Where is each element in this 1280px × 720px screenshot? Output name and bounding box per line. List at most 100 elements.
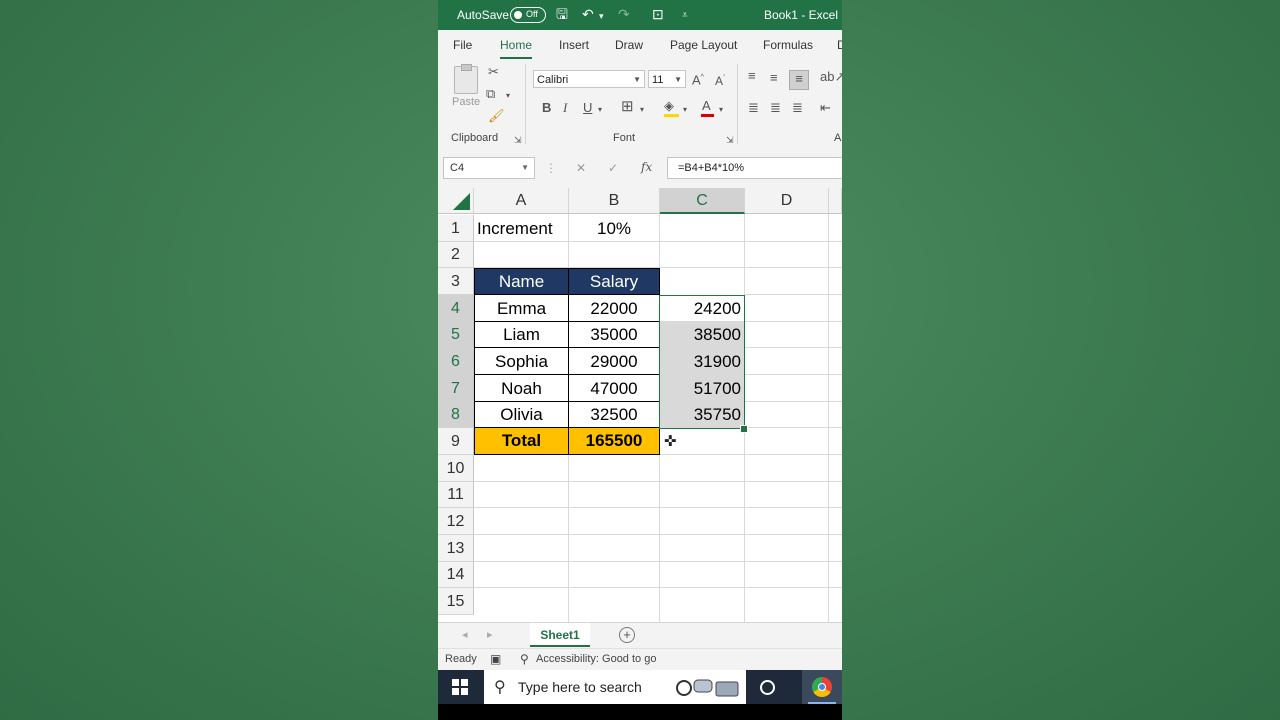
cell-b6[interactable]: 29000 — [569, 348, 660, 375]
bold-button[interactable]: B — [542, 100, 551, 116]
font-size-select[interactable]: 11 ▼ — [648, 70, 686, 88]
task-view-icon[interactable] — [760, 680, 775, 695]
column-header-a[interactable]: A — [474, 188, 569, 214]
row-header[interactable]: 15 — [438, 588, 474, 615]
align-left-icon[interactable]: ≣ — [748, 100, 759, 116]
row-header[interactable]: 10 — [438, 455, 474, 482]
insert-function-icon[interactable]: fx — [641, 160, 652, 174]
tab-file[interactable]: File — [453, 38, 472, 52]
row-header[interactable]: 14 — [438, 562, 474, 588]
orientation-icon[interactable]: ab↗ — [820, 69, 842, 85]
paste-icon[interactable] — [454, 64, 478, 94]
enter-icon[interactable]: ✓ — [608, 161, 618, 175]
formula-input[interactable]: =B4+B4*10% — [667, 157, 842, 179]
column-header-b[interactable]: B — [569, 188, 660, 214]
fill-dropdown-icon[interactable]: ▾ — [683, 102, 687, 118]
decrease-font-icon[interactable]: Aˇ — [715, 71, 725, 89]
font-color-icon[interactable]: A — [702, 98, 711, 114]
row-header[interactable]: 1 — [438, 215, 474, 242]
row-header[interactable]: 5 — [438, 322, 474, 348]
cell-c8[interactable]: 35750 — [660, 402, 745, 428]
tab-data[interactable]: D — [837, 38, 842, 52]
row-header[interactable]: 2 — [438, 242, 474, 268]
undo-icon[interactable]: ↶ — [582, 6, 594, 22]
format-painter-icon[interactable]: 🖌 — [488, 108, 505, 124]
cell-a4[interactable]: Emma — [474, 295, 569, 322]
sheet-tab-sheet1[interactable]: Sheet1 — [530, 623, 590, 647]
row-header[interactable]: 11 — [438, 482, 474, 508]
column-header-e[interactable] — [829, 188, 842, 214]
save-icon[interactable]: 🖫 — [556, 6, 568, 22]
italic-button[interactable]: I — [563, 100, 567, 116]
cell-b5[interactable]: 35000 — [569, 322, 660, 348]
underline-button[interactable]: U — [583, 100, 592, 116]
fill-handle[interactable] — [740, 425, 748, 433]
align-top-icon[interactable]: ≡ — [748, 68, 756, 84]
row-header[interactable]: 12 — [438, 508, 474, 535]
cell-b9[interactable]: 165500 — [568, 427, 660, 455]
align-middle-icon[interactable]: ≡ — [770, 70, 778, 86]
cell-c5[interactable]: 38500 — [660, 322, 745, 348]
cell-a5[interactable]: Liam — [474, 322, 569, 348]
row-header[interactable]: 7 — [438, 375, 474, 402]
font-launcher-icon[interactable]: ⇲ — [726, 132, 734, 148]
cell-c7[interactable]: 51700 — [660, 375, 745, 402]
align-bottom-icon[interactable]: ≡ — [789, 70, 809, 90]
cell-a9[interactable]: Total — [474, 427, 569, 455]
cancel-icon[interactable]: ✕ — [576, 161, 586, 175]
tab-page-layout[interactable]: Page Layout — [670, 38, 737, 52]
chrome-taskbar-button[interactable] — [802, 670, 842, 704]
windows-start-icon[interactable] — [452, 679, 468, 695]
macro-recording-icon[interactable]: ▣ — [490, 652, 501, 666]
scroll-right-icon[interactable]: ▸ — [487, 628, 493, 641]
cell-b7[interactable]: 47000 — [569, 375, 660, 402]
align-center-icon[interactable]: ≣ — [770, 100, 781, 116]
underline-dropdown-icon[interactable]: ▾ — [598, 102, 602, 118]
cell-c4[interactable]: 24200 — [660, 295, 745, 322]
select-all-button[interactable] — [438, 188, 474, 214]
tab-insert[interactable]: Insert — [559, 38, 589, 52]
tab-draw[interactable]: Draw — [615, 38, 643, 52]
cell-a3[interactable]: Name — [474, 268, 569, 295]
camera-icon[interactable]: ⊡ — [652, 6, 664, 22]
font-color-dropdown-icon[interactable]: ▾ — [719, 102, 723, 118]
accessibility-status[interactable]: Accessibility: Good to go — [536, 653, 656, 665]
align-right-icon[interactable]: ≣ — [792, 100, 803, 116]
cell-a8[interactable]: Olivia — [474, 402, 569, 428]
font-name-select[interactable]: Calibri ▼ — [533, 70, 645, 88]
scroll-left-icon[interactable]: ◂ — [462, 628, 468, 641]
cut-icon[interactable]: ✂ — [488, 64, 499, 80]
row-header[interactable]: 9 — [438, 428, 474, 455]
increase-font-icon[interactable]: A^ — [692, 70, 704, 88]
clipboard-launcher-icon[interactable]: ⇲ — [514, 132, 522, 148]
name-box[interactable]: C4 ▼ — [443, 157, 535, 179]
redo-icon[interactable]: ↷ — [618, 6, 630, 22]
row-header[interactable]: 13 — [438, 535, 474, 562]
column-header-d[interactable]: D — [745, 188, 829, 214]
borders-dropdown-icon[interactable]: ▾ — [640, 102, 644, 118]
row-header[interactable]: 8 — [438, 402, 474, 428]
column-header-c[interactable]: C — [660, 188, 745, 214]
tab-formulas[interactable]: Formulas — [763, 38, 813, 52]
autosave-toggle[interactable]: Off — [510, 7, 546, 23]
customize-toolbar-icon[interactable]: ⩡ — [682, 8, 688, 24]
borders-icon[interactable]: ⊞ — [621, 99, 634, 115]
decrease-indent-icon[interactable]: ⇤ — [820, 100, 831, 116]
add-sheet-icon[interactable]: + — [619, 627, 635, 643]
row-header[interactable]: 4 — [438, 295, 474, 322]
row-header[interactable]: 6 — [438, 348, 474, 375]
fill-color-icon[interactable]: ◈ — [664, 98, 674, 114]
cell-b4[interactable]: 22000 — [569, 295, 660, 322]
copy-dropdown-icon[interactable]: ▾ — [506, 88, 510, 104]
tab-home[interactable]: Home — [500, 38, 533, 59]
cell-a7[interactable]: Noah — [474, 375, 569, 402]
cell-b3[interactable]: Salary — [568, 268, 660, 295]
cell-a6[interactable]: Sophia — [474, 348, 569, 375]
cell-b8[interactable]: 32500 — [569, 402, 660, 428]
cell-c6[interactable]: 31900 — [660, 348, 745, 375]
undo-dropdown-icon[interactable]: ▾ — [599, 8, 604, 24]
paste-label[interactable]: Paste — [452, 96, 480, 108]
cell-a1[interactable]: Increment — [474, 215, 569, 242]
row-header[interactable]: 3 — [438, 268, 474, 295]
accessibility-icon[interactable]: ⚲ — [520, 652, 529, 666]
